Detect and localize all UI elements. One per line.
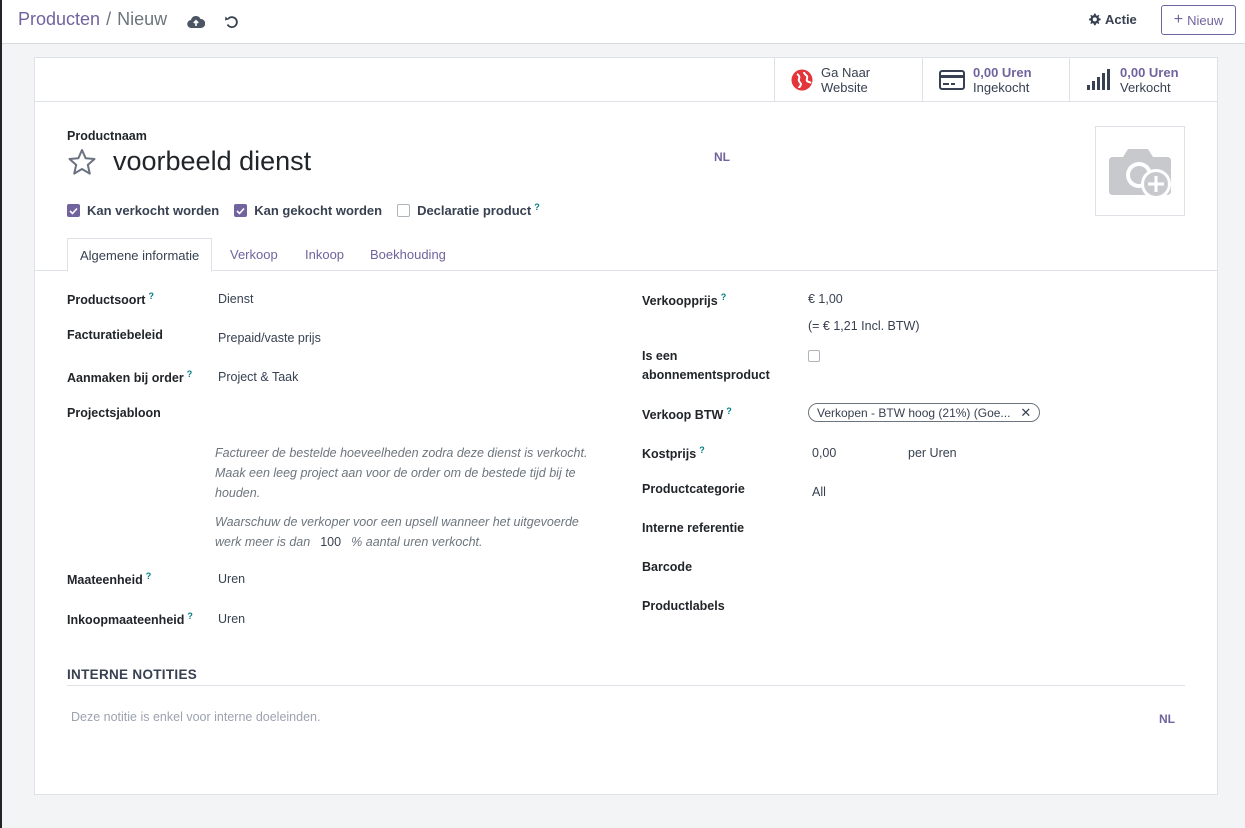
purchase-uom-select[interactable]: Uren (218, 612, 245, 626)
product-type-help-icon[interactable]: ? (148, 291, 154, 301)
breadcrumb-current: Nieuw (117, 9, 168, 29)
invoicing-policy-label: Facturatiebeleid (67, 328, 163, 342)
invoicing-policy-select[interactable]: Prepaid/vaste prijs (218, 331, 321, 345)
website-label: Website (821, 79, 868, 95)
tag-remove-icon[interactable]: ✕ (1020, 405, 1031, 421)
sold-label: Verkocht (1120, 79, 1171, 95)
product-type-label: Productsoort? (67, 291, 154, 308)
tab-purchase[interactable]: Inkoop (305, 238, 344, 271)
sales-tax-tag-label: Verkopen - BTW hoog (21%) (Goe... (817, 405, 1011, 420)
breadcrumb-separator: / (106, 9, 112, 29)
cost-price-help-icon[interactable]: ? (699, 445, 705, 455)
project-template-label: Projectsjabloon (67, 406, 161, 420)
product-name-input[interactable]: voorbeeld dienst (113, 146, 311, 177)
purchased-value: 0,00 Uren (973, 64, 1032, 80)
signal-bars-icon (1087, 68, 1110, 90)
product-category-select[interactable]: All (812, 485, 826, 499)
name-translate-button[interactable]: NL (714, 150, 730, 164)
save-cloud-icon[interactable] (186, 12, 206, 32)
globe-icon (791, 69, 813, 90)
sales-tax-label: Verkoop BTW? (642, 406, 732, 423)
tab-accounting[interactable]: Boekhouding (370, 238, 446, 271)
product-tags-label: Productlabels (642, 599, 725, 613)
tab-general-information[interactable]: Algemene informatie (67, 238, 213, 272)
new-label: Nieuw (1187, 12, 1224, 28)
uom-help-icon[interactable]: ? (146, 571, 152, 581)
purchase-uom-label: Inkoopmaateenheid? (67, 611, 193, 628)
internal-notes-divider (67, 685, 1185, 686)
sales-price-help-icon[interactable]: ? (721, 292, 727, 302)
website-value: Ga Naar (821, 64, 871, 80)
action-menu-button[interactable]: Actie (1088, 12, 1137, 27)
camera-plus-icon (1109, 149, 1171, 199)
action-label: Actie (1105, 12, 1137, 27)
sold-smart-button[interactable]: 0,00 Uren Verkocht (1069, 58, 1217, 101)
cost-price-label: Kostprijs? (642, 445, 705, 462)
internal-reference-input[interactable] (812, 521, 1182, 539)
uom-label: Maateenheid? (67, 571, 152, 588)
barcode-input[interactable] (812, 560, 1182, 578)
breadcrumb: Producten / Nieuw (18, 9, 167, 30)
internal-notes-editor[interactable]: Deze notitie is enkel voor interne doele… (71, 710, 320, 724)
smart-button-box: Ga Naar Website 0,00 Uren Ingekocht 0,00… (35, 58, 1217, 102)
internal-reference-label: Interne referentie (642, 521, 745, 535)
credit-card-icon (939, 69, 965, 90)
purchased-label: Ingekocht (973, 79, 1030, 95)
can-be-purchased-checkbox[interactable] (234, 204, 248, 217)
create-on-order-help-icon[interactable]: ? (187, 369, 193, 379)
create-on-order-label: Aanmaken bij order? (67, 369, 193, 386)
control-panel: Producten / Nieuw Actie + Nieuw (2, 0, 1245, 44)
internal-notes-title: INTERNE NOTITIES (67, 667, 198, 682)
can-be-sold-label: Kan verkocht worden (87, 203, 220, 218)
notes-translate-button[interactable]: NL (1159, 712, 1175, 726)
website-smart-button[interactable]: Ga Naar Website (774, 58, 922, 101)
product-tags-input[interactable] (812, 599, 1182, 617)
form-sheet: Ga Naar Website 0,00 Uren Ingekocht 0,00… (34, 57, 1218, 795)
sales-tax-help-icon[interactable]: ? (726, 406, 732, 416)
can-be-purchased-label: Kan gekocht worden (254, 203, 383, 218)
purchased-smart-button[interactable]: 0,00 Uren Ingekocht (922, 58, 1069, 101)
sales-price-label: Verkoopprijs? (642, 292, 727, 309)
expense-product-checkbox[interactable] (397, 204, 411, 217)
gear-icon (1089, 13, 1101, 26)
plus-icon: + (1173, 11, 1184, 28)
product-image-upload[interactable] (1095, 126, 1185, 216)
sales-tax-tag: Verkopen - BTW hoog (21%) (Goe... ✕ (808, 403, 1041, 422)
new-button[interactable]: + Nieuw (1161, 5, 1236, 35)
upsell-threshold-input[interactable]: 100 (314, 532, 348, 552)
favorite-star-icon[interactable] (67, 148, 97, 179)
sales-price-input[interactable]: € 1,00 (808, 292, 843, 306)
expense-product-label: Declaratie product (417, 203, 532, 218)
notebook-tabs: Algemene informatie Verkoop Inkoop Boekh… (35, 238, 1217, 272)
cost-price-input[interactable]: 0,00 (812, 446, 836, 460)
product-name-label: Productnaam (67, 129, 147, 143)
uom-select[interactable]: Uren (218, 572, 245, 586)
sold-value: 0,00 Uren (1120, 64, 1179, 80)
invoicing-note: Factureer de bestelde hoeveelheden zodra… (215, 446, 588, 500)
can-be-sold-checkbox[interactable] (67, 204, 80, 217)
subscription-checkbox[interactable] (808, 350, 820, 362)
expense-product-help-icon[interactable]: ? (534, 202, 540, 212)
barcode-label: Barcode (642, 560, 693, 574)
upsell-note: Waarschuw de verkoper voor een upsell wa… (215, 512, 600, 552)
breadcrumb-parent-link[interactable]: Producten (18, 9, 100, 30)
create-on-order-select[interactable]: Project & Taak (218, 370, 298, 384)
tab-sales[interactable]: Verkoop (230, 238, 278, 271)
product-category-label: Productcategorie (642, 482, 745, 496)
purchase-uom-help-icon[interactable]: ? (187, 611, 193, 621)
cost-price-unit: per Uren (908, 446, 957, 460)
discard-undo-icon[interactable] (222, 12, 242, 32)
checkbox-row: Kan verkocht worden Kan gekocht worden D… (67, 202, 540, 218)
window-edge (0, 0, 2, 828)
sales-price-incl-tax: (= € 1,21 Incl. BTW) (808, 319, 920, 333)
product-type-select[interactable]: Dienst (218, 292, 253, 306)
subscription-label: Is een abonnementsproduct (642, 349, 770, 382)
project-template-input[interactable] (218, 409, 598, 427)
